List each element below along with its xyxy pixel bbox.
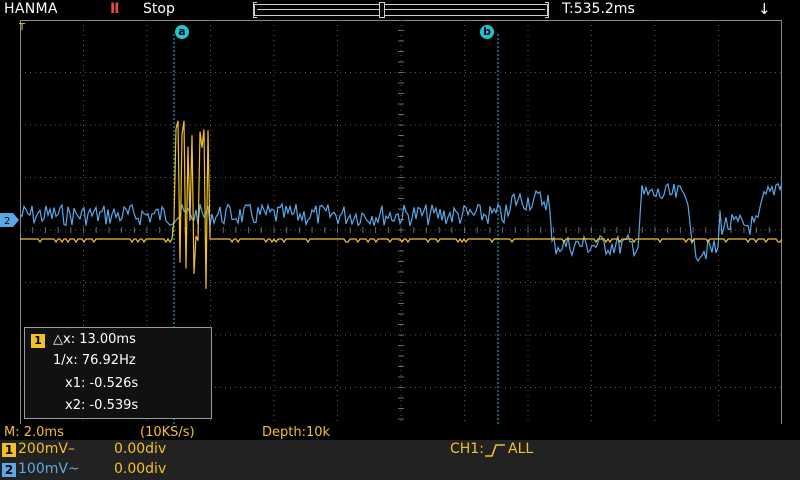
x1-readout: x1: -0.526s [65, 376, 139, 391]
trigger-source-label[interactable]: CH1: [450, 441, 484, 457]
cursor-b-tag[interactable]: b [480, 25, 494, 39]
ch2-scale[interactable]: 100mV~ [18, 461, 80, 477]
acquisition-status-bar: M: 2.0ms (10KS/s) Depth:10k [0, 424, 800, 440]
ch2-badge[interactable]: 2 [2, 463, 16, 477]
top-bar: HANMA II Stop T:535.2ms ↓ [0, 0, 800, 20]
trigger-marker[interactable]: T [19, 22, 25, 33]
cursor-a-tag[interactable]: a [175, 25, 189, 39]
ch1-badge[interactable]: 1 [2, 443, 16, 457]
ch1-scale[interactable]: 200mV– [18, 441, 75, 457]
ch1-offset: 0.00div [114, 441, 167, 457]
timebase-readout[interactable]: M: 2.0ms [4, 425, 64, 440]
delta-x-readout: △x: 13.00ms [53, 332, 136, 347]
usb-icon: ↓ [758, 0, 771, 18]
memory-bracket-left [253, 2, 257, 18]
x2-readout: x2: -0.539s [65, 398, 139, 413]
ch2-waveform [20, 182, 782, 263]
ch2-info-row[interactable]: 2 100mV~ 0.00div [0, 460, 800, 480]
measure-channel-badge: 1 [31, 334, 45, 348]
sample-rate-readout: (10KS/s) [140, 425, 195, 440]
trigger-time-readout[interactable]: T:535.2ms [562, 1, 635, 17]
pause-icon[interactable]: II [110, 1, 119, 17]
memory-depth-readout[interactable]: Depth:10k [262, 425, 330, 440]
ch2-offset-marker[interactable]: 2 [0, 213, 20, 227]
rising-edge-icon [485, 444, 505, 457]
ch1-info-row[interactable]: 1 200mV– 0.00div CH1: ALL [0, 440, 800, 460]
run-state-label[interactable]: Stop [143, 1, 175, 17]
trigger-mode[interactable]: ALL [508, 441, 533, 457]
cursor-measurement-panel: 1 △x: 13.00ms 1/x: 76.92Hz x1: -0.526s x… [24, 327, 212, 419]
frequency-readout: 1/x: 76.92Hz [53, 353, 136, 368]
brand-label: HANMA [4, 1, 58, 17]
ch2-offset: 0.00div [114, 461, 167, 477]
memory-window-handle[interactable] [379, 2, 385, 18]
memory-position-bar[interactable] [253, 2, 549, 18]
channel-info-bar: 1 200mV– 0.00div CH1: ALL 2 100mV~ 0.00d… [0, 440, 800, 480]
memory-bracket-right [545, 2, 549, 18]
memory-line [257, 9, 545, 10]
svg-text:2: 2 [4, 216, 10, 227]
